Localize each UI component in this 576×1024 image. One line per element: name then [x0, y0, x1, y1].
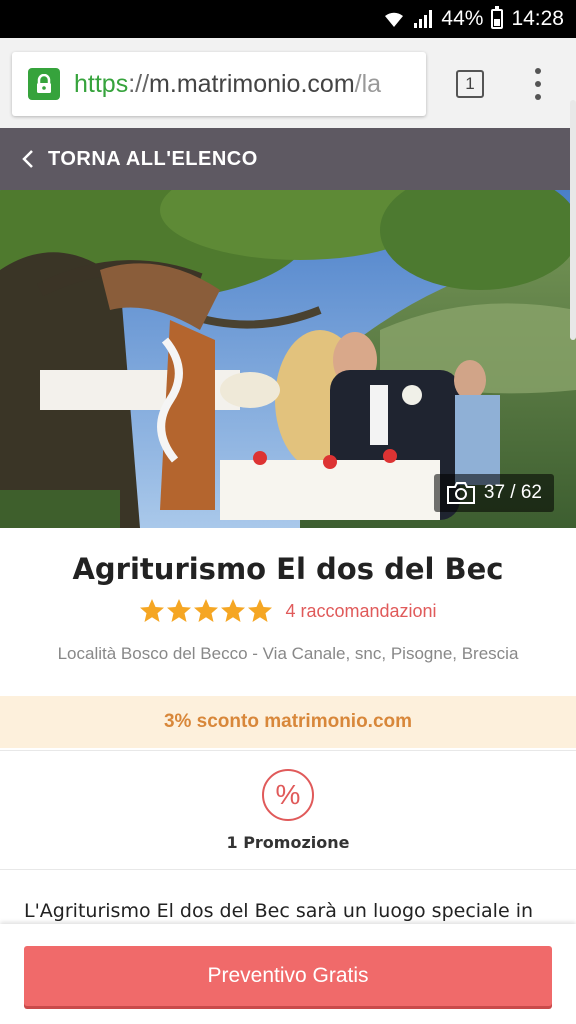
cta-footer: Preventivo Gratis	[0, 924, 576, 1024]
wifi-icon	[385, 12, 404, 27]
signal-icon	[414, 10, 433, 28]
url-separator: ://	[128, 69, 150, 98]
star-icon	[221, 599, 246, 622]
venue-photo[interactable]: 37 / 62	[0, 190, 576, 528]
battery-icon	[491, 6, 504, 29]
status-bar: 44% 14:28	[0, 0, 576, 38]
chevron-left-icon	[22, 150, 33, 168]
venue-address: Località Bosco del Becco - Via Canale, s…	[57, 644, 519, 663]
side-scroll-edge	[570, 100, 576, 340]
rating-row: 4 raccomandazioni	[0, 598, 576, 624]
venue-title: Agriturismo El dos del Bec	[72, 552, 504, 586]
percent-glyph: %	[275, 779, 301, 810]
back-to-list-label: TORNA ALL'ELENCO	[48, 147, 258, 170]
tab-switcher-button[interactable]: 1	[456, 70, 484, 98]
promotion-section[interactable]: % 1 Promozione	[0, 750, 576, 870]
address-bar[interactable]: https://m.matrimonio.com/la	[12, 52, 426, 116]
percent-icon: %	[262, 769, 314, 821]
free-quote-button[interactable]: Preventivo Gratis	[24, 946, 552, 1006]
overflow-menu-icon[interactable]	[530, 68, 546, 100]
reviews-link[interactable]: 4 raccomandazioni	[285, 601, 436, 622]
star-rating	[139, 598, 273, 624]
star-icon	[167, 599, 192, 622]
star-icon	[194, 599, 219, 622]
star-icon	[248, 599, 273, 622]
url-text[interactable]: https://m.matrimonio.com/la	[74, 70, 381, 99]
url-path: /la	[354, 69, 382, 98]
discount-label: 3% sconto matrimonio.com	[163, 711, 413, 732]
tab-count: 1	[465, 74, 475, 93]
discount-banner[interactable]: 3% sconto matrimonio.com	[0, 696, 576, 748]
promotion-label: 1 Promozione	[226, 833, 350, 852]
url-scheme: https	[74, 69, 129, 98]
lock-icon	[28, 68, 60, 100]
venue-description: L'Agriturismo El dos del Bec sarà un luo…	[24, 900, 534, 922]
back-to-list-bar[interactable]: TORNA ALL'ELENCO	[0, 128, 576, 190]
camera-icon	[446, 482, 475, 504]
battery-percent: 44%	[441, 7, 484, 30]
photo-counter[interactable]: 37 / 62	[433, 474, 554, 512]
browser-toolbar: https://m.matrimonio.com/la 1	[0, 38, 576, 128]
star-icon	[140, 599, 165, 622]
clock: 14:28	[511, 7, 564, 30]
photo-counter-text: 37 / 62	[483, 482, 542, 503]
url-host: m.matrimonio.com	[149, 69, 355, 98]
